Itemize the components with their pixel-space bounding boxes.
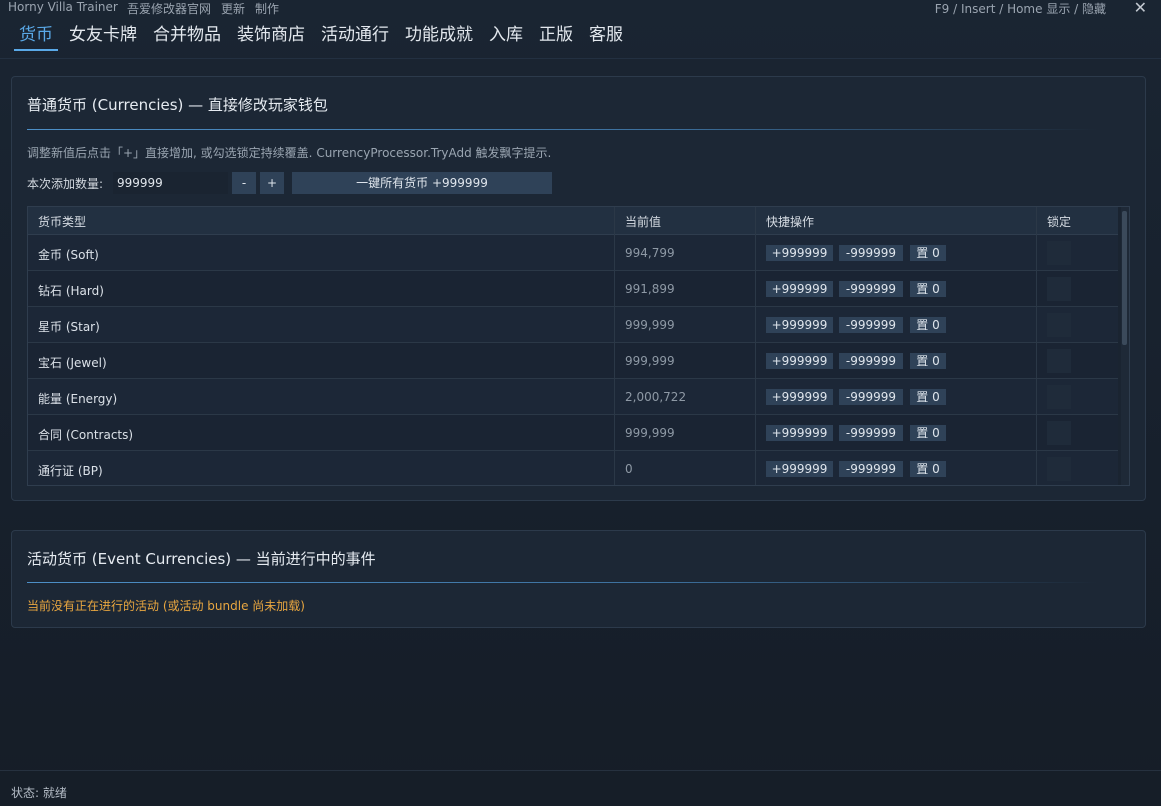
currency-name: 星币 (Star): [38, 320, 100, 334]
credits-link[interactable]: 制作: [255, 0, 279, 17]
currency-name: 通行证 (BP): [38, 464, 103, 478]
add-button[interactable]: +999999: [766, 245, 833, 261]
reset-zero-button[interactable]: 置 0: [910, 281, 946, 297]
tab-merge-items[interactable]: 合并物品: [148, 24, 226, 51]
reset-zero-button[interactable]: 置 0: [910, 389, 946, 405]
currency-value: 0: [625, 462, 633, 476]
column-header-lock: 锁定: [1047, 215, 1072, 229]
add-button[interactable]: +999999: [766, 281, 833, 297]
status-bar: 状态: 就绪: [0, 770, 1161, 806]
currency-value: 991,899: [625, 282, 675, 296]
add-button[interactable]: +999999: [766, 425, 833, 441]
hotkey-hint: F9 / Insert / Home 显示 / 隐藏: [934, 2, 1106, 16]
title-bar: Horny Villa Trainer 吾爱修改器官网 更新 制作 F9 / I…: [0, 0, 1161, 18]
lock-checkbox[interactable]: [1047, 457, 1071, 481]
currency-value: 2,000,722: [625, 390, 687, 404]
currency-name: 能量 (Energy): [38, 392, 118, 406]
add-button[interactable]: +999999: [766, 389, 833, 405]
currency-value: 999,999: [625, 318, 675, 332]
table-header: 货币类型 当前值 快捷操作 锁定: [28, 207, 1118, 235]
table-scrollbar[interactable]: [1121, 207, 1129, 485]
scrollbar-thumb[interactable]: [1122, 211, 1127, 345]
table-row: 能量 (Energy) 2,000,722 +999999 -999999 置 0: [28, 379, 1118, 415]
lock-checkbox[interactable]: [1047, 421, 1071, 445]
lock-checkbox[interactable]: [1047, 241, 1071, 265]
currency-value: 999,999: [625, 354, 675, 368]
no-event-message: 当前没有正在进行的活动 (或活动 bundle 尚未加载): [27, 599, 305, 613]
column-header-value: 当前值: [625, 215, 662, 229]
subtract-button[interactable]: -999999: [839, 353, 903, 369]
title-links: 吾爱修改器官网 更新 制作: [127, 0, 279, 17]
tab-features-achievements[interactable]: 功能成就: [400, 24, 478, 51]
column-divider: [755, 207, 756, 485]
decrement-button[interactable]: -: [232, 172, 256, 194]
reset-zero-button[interactable]: 置 0: [910, 317, 946, 333]
tab-support[interactable]: 客服: [584, 24, 628, 51]
close-icon[interactable]: ✕: [1134, 0, 1147, 17]
table-row: 宝石 (Jewel) 999,999 +999999 -999999 置 0: [28, 343, 1118, 379]
increment-button[interactable]: +: [260, 172, 284, 194]
tab-currency[interactable]: 货币: [14, 24, 58, 51]
currencies-panel: 普通货币 (Currencies) — 直接修改玩家钱包 调整新值后点击「+」直…: [11, 76, 1146, 501]
currency-name: 金币 (Soft): [38, 248, 99, 262]
reset-zero-button[interactable]: 置 0: [910, 353, 946, 369]
lock-checkbox[interactable]: [1047, 385, 1071, 409]
column-header-actions: 快捷操作: [766, 215, 815, 229]
currencies-title: 普通货币 (Currencies) — 直接修改玩家钱包: [27, 96, 328, 114]
official-site-link[interactable]: 吾爱修改器官网: [127, 0, 211, 17]
tab-storage[interactable]: 入库: [484, 24, 528, 51]
column-header-type: 货币类型: [38, 215, 87, 229]
add-button[interactable]: +999999: [766, 353, 833, 369]
subtract-button[interactable]: -999999: [839, 281, 903, 297]
status-text: 状态: 就绪: [11, 786, 67, 800]
tab-genuine[interactable]: 正版: [534, 24, 578, 51]
quantity-input[interactable]: [113, 172, 228, 194]
lock-checkbox[interactable]: [1047, 277, 1071, 301]
reset-zero-button[interactable]: 置 0: [910, 461, 946, 477]
quantity-row: 本次添加数量: - + 一键所有货币 +999999: [27, 172, 627, 194]
currency-name: 钻石 (Hard): [38, 284, 104, 298]
subtract-button[interactable]: -999999: [839, 245, 903, 261]
event-title-rule: [27, 582, 1097, 583]
subtract-button[interactable]: -999999: [839, 461, 903, 477]
header-divider: [0, 58, 1161, 59]
lock-checkbox[interactable]: [1047, 349, 1071, 373]
event-currencies-panel: 活动货币 (Event Currencies) — 当前进行中的事件 当前没有正…: [11, 530, 1146, 628]
table-row: 合同 (Contracts) 999,999 +999999 -999999 置 0: [28, 415, 1118, 451]
main-tabs: 货币 女友卡牌 合并物品 装饰商店 活动通行 功能成就 入库 正版 客服: [14, 24, 634, 51]
update-link[interactable]: 更新: [221, 0, 245, 17]
subtract-button[interactable]: -999999: [839, 317, 903, 333]
lock-checkbox[interactable]: [1047, 313, 1071, 337]
currency-name: 合同 (Contracts): [38, 428, 134, 442]
tab-decor-shop[interactable]: 装饰商店: [232, 24, 310, 51]
table-row: 通行证 (BP) 0 +999999 -999999 置 0: [28, 451, 1118, 485]
currencies-title-rule: [27, 129, 1097, 130]
table-row: 星币 (Star) 999,999 +999999 -999999 置 0: [28, 307, 1118, 343]
add-all-currencies-button[interactable]: 一键所有货币 +999999: [292, 172, 552, 194]
add-button[interactable]: +999999: [766, 461, 833, 477]
app-title: Horny Villa Trainer: [8, 0, 118, 14]
table-row: 钻石 (Hard) 991,899 +999999 -999999 置 0: [28, 271, 1118, 307]
currency-table: 货币类型 当前值 快捷操作 锁定 金币 (Soft) 994,799 +999999…: [27, 206, 1130, 486]
tab-event-pass[interactable]: 活动通行: [316, 24, 394, 51]
subtract-button[interactable]: -999999: [839, 389, 903, 405]
currency-name: 宝石 (Jewel): [38, 356, 107, 370]
currency-value: 999,999: [625, 426, 675, 440]
event-currencies-title: 活动货币 (Event Currencies) — 当前进行中的事件: [27, 550, 376, 568]
column-divider: [1036, 207, 1037, 485]
tab-girlfriend-cards[interactable]: 女友卡牌: [64, 24, 142, 51]
table-row: 金币 (Soft) 994,799 +999999 -999999 置 0: [28, 235, 1118, 271]
reset-zero-button[interactable]: 置 0: [910, 425, 946, 441]
currencies-hint: 调整新值后点击「+」直接增加, 或勾选锁定持续覆盖. CurrencyProce…: [27, 146, 552, 160]
reset-zero-button[interactable]: 置 0: [910, 245, 946, 261]
currency-value: 994,799: [625, 246, 675, 260]
column-divider: [614, 207, 615, 485]
subtract-button[interactable]: -999999: [839, 425, 903, 441]
quantity-label: 本次添加数量:: [27, 177, 104, 191]
add-button[interactable]: +999999: [766, 317, 833, 333]
